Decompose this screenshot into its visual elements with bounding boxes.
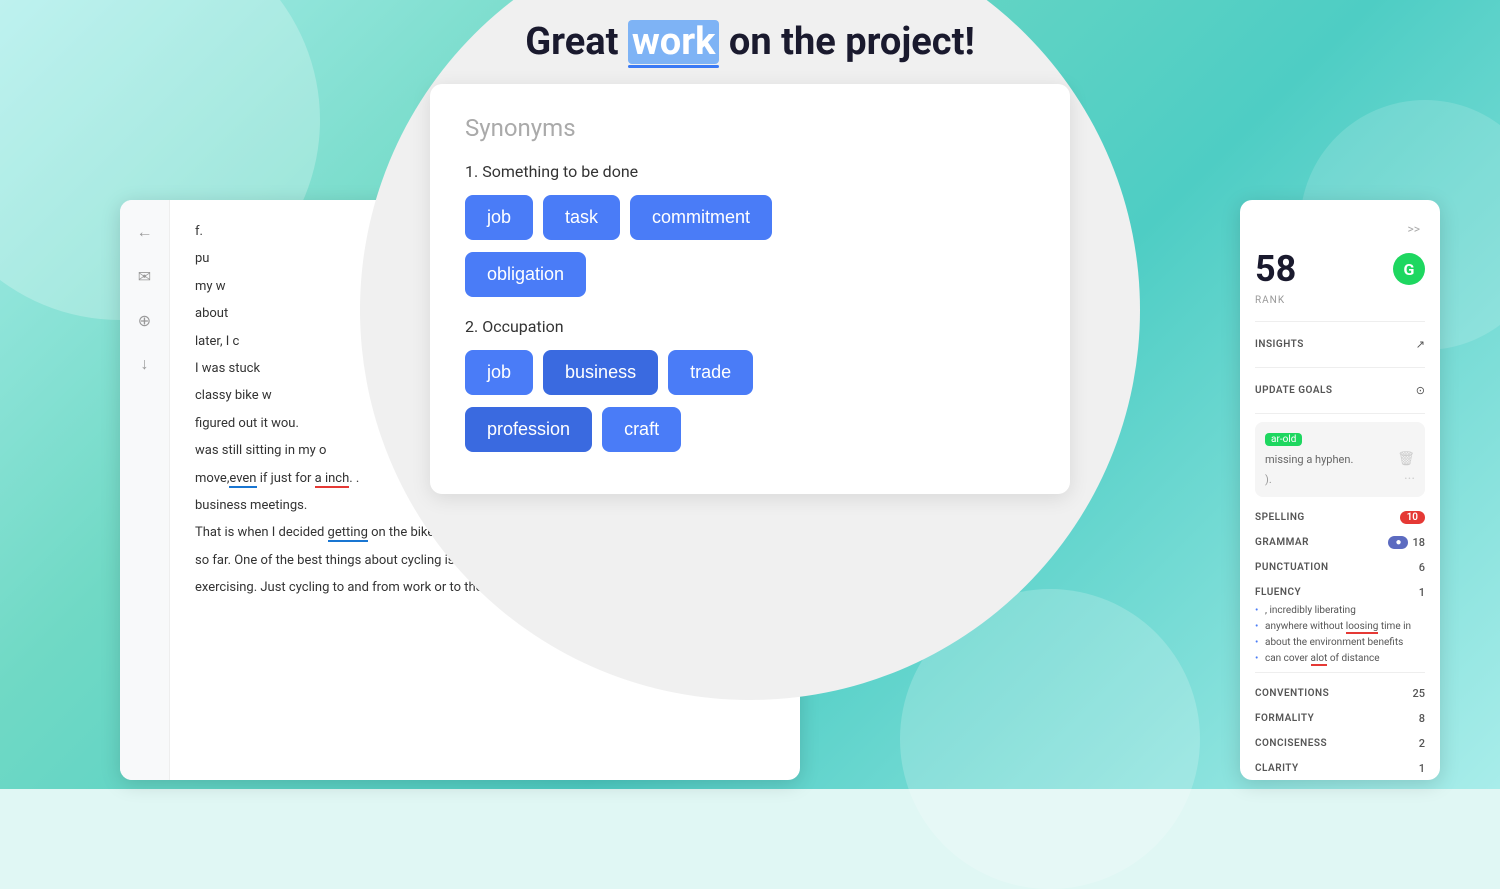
section-2-synonyms: job business trade — [465, 350, 1035, 395]
spelling-badge: 10 — [1400, 511, 1425, 524]
synonym-obligation[interactable]: obligation — [465, 252, 586, 297]
update-goals-label: UPDATE GOALS — [1255, 385, 1333, 396]
download-icon[interactable]: ↓ — [133, 352, 157, 376]
synonym-business[interactable]: business — [543, 350, 658, 395]
conventions-row: CONVENTIONS 25 — [1255, 681, 1425, 706]
update-goals-row: UPDATE GOALS ⊙ — [1255, 376, 1425, 405]
panel-arrows: >> — [1255, 220, 1425, 238]
heading-suffix: on the project! — [719, 20, 974, 64]
insights-icon[interactable]: ↗ — [1416, 338, 1425, 351]
spelling-row: SPELLING 10 — [1255, 505, 1425, 530]
score-panel: >> 58 G RANK INSIGHTS ↗ UPDATE GOALS ⊙ a… — [1240, 200, 1440, 780]
notification-note: ). — [1265, 473, 1272, 486]
divider — [1255, 672, 1425, 673]
fluency-row: FLUENCY 1 — [1255, 580, 1425, 605]
notification-tag: ar-old — [1265, 433, 1302, 446]
synonym-commitment[interactable]: commitment — [630, 195, 772, 240]
back-icon[interactable]: ← — [133, 220, 157, 244]
highlighted-word: work — [628, 20, 720, 64]
section-1-title: Something to be done — [482, 162, 638, 181]
notification-text: missing a hyphen. — [1265, 453, 1353, 466]
section-1-synonyms-row2: obligation — [465, 252, 1035, 297]
bullet-item: about the environment benefits — [1255, 637, 1425, 648]
section-2-label: 2. Occupation — [465, 317, 1035, 336]
synonym-task[interactable]: task — [543, 195, 620, 240]
formality-value: 8 — [1419, 712, 1425, 725]
divider — [1255, 367, 1425, 368]
clarity-row: CLARITY 1 — [1255, 756, 1425, 780]
forward-arrows[interactable]: >> — [1402, 220, 1425, 238]
insights-row: INSIGHTS ↗ — [1255, 330, 1425, 359]
editor-sidebar: ← ✉ ⊕ ↓ — [120, 200, 170, 780]
bullet-item: can cover alot of distance — [1255, 653, 1425, 664]
bullet-item: , incredibly liberating — [1255, 605, 1425, 616]
bullet-item: anywhere without loosing time in — [1255, 621, 1425, 632]
conventions-value: 25 — [1412, 687, 1425, 700]
section-2-title: Occupation — [482, 317, 563, 336]
grammar-row: GRAMMAR ● 18 — [1255, 530, 1425, 555]
card-title: Synonyms — [465, 114, 1035, 142]
divider — [1255, 413, 1425, 414]
clarity-value: 1 — [1419, 762, 1425, 775]
conciseness-label: CONCISENESS — [1255, 738, 1327, 749]
score-number: 58 — [1255, 248, 1296, 290]
clarity-label: CLARITY — [1255, 763, 1299, 774]
fluency-value: 1 — [1419, 586, 1425, 599]
synonym-profession[interactable]: profession — [465, 407, 592, 452]
synonym-job-2[interactable]: job — [465, 350, 533, 395]
fluency-label: FLUENCY — [1255, 587, 1301, 598]
section-2-number: 2. — [465, 317, 478, 336]
spelling-label: SPELLING — [1255, 512, 1305, 523]
main-heading: Great work on the project! — [525, 20, 974, 64]
section-1-number: 1. — [465, 162, 478, 181]
punctuation-row: PUNCTUATION 6 — [1255, 555, 1425, 580]
notification-box: ar-old missing a hyphen. 🗑 ). ··· — [1255, 422, 1425, 497]
email-icon[interactable]: ✉ — [133, 264, 157, 288]
synonym-job-1[interactable]: job — [465, 195, 533, 240]
formality-label: FORMALITY — [1255, 713, 1314, 724]
delete-icon[interactable]: 🗑 — [1397, 451, 1415, 467]
grammar-badge: ● — [1388, 536, 1408, 549]
section-1-synonyms: job task commitment — [465, 195, 1035, 240]
formality-row: FORMALITY 8 — [1255, 706, 1425, 731]
synonym-craft[interactable]: craft — [602, 407, 681, 452]
update-goals-icon[interactable]: ⊙ — [1416, 384, 1425, 397]
conciseness-row: CONCISENESS 2 — [1255, 731, 1425, 756]
add-icon[interactable]: ⊕ — [133, 308, 157, 332]
score-header: 58 G — [1255, 248, 1425, 290]
bullet-list: , incredibly liberating anywhere without… — [1255, 605, 1425, 664]
punctuation-value: 6 — [1419, 561, 1425, 574]
divider — [1255, 321, 1425, 322]
rank-label: RANK — [1255, 295, 1425, 306]
grammar-label: GRAMMAR — [1255, 537, 1309, 548]
insights-label: INSIGHTS — [1255, 339, 1304, 350]
conciseness-value: 2 — [1419, 737, 1425, 750]
grammar-value: 18 — [1412, 536, 1425, 549]
more-icon[interactable]: ··· — [1404, 471, 1415, 487]
section-1-label: 1. Something to be done — [465, 162, 1035, 181]
section-2-synonyms-row2: profession craft — [465, 407, 1035, 452]
conventions-label: CONVENTIONS — [1255, 688, 1329, 699]
synonym-trade[interactable]: trade — [668, 350, 753, 395]
synonyms-card: Synonyms 1. Something to be done job tas… — [430, 84, 1070, 494]
punctuation-label: PUNCTUATION — [1255, 562, 1329, 573]
heading-prefix: Great — [525, 20, 628, 64]
grammarly-icon: G — [1393, 253, 1425, 285]
